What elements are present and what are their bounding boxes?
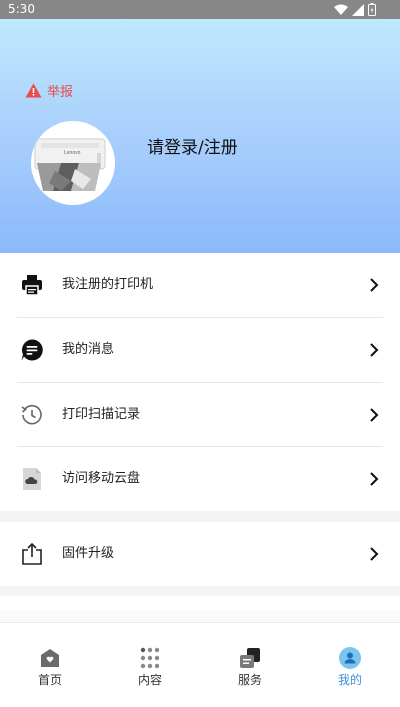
login-register-link[interactable]: 请登录/注册 [147, 133, 238, 158]
menu-item-label: 打印扫描记录 [62, 407, 141, 422]
tab-label: 首页 [37, 673, 62, 687]
tab-label: 内容 [137, 673, 162, 687]
chevron-right-icon [370, 343, 379, 357]
status-bar: 5:30 [0, 0, 400, 19]
menu-item-label: 我注册的打印机 [62, 277, 154, 292]
printer-brand-text: Lenovo [64, 150, 81, 156]
status-icons [334, 3, 376, 16]
battery-icon [368, 3, 376, 16]
tab-label: 服务 [237, 673, 262, 687]
menu-item-print-scan-history[interactable]: 打印扫描记录 [0, 383, 400, 447]
chevron-right-icon [370, 472, 379, 486]
section-gap [0, 610, 400, 622]
share-upload-icon [22, 542, 42, 565]
bottom-tab-bar: 首页 内容 服务 我的 [0, 622, 400, 707]
signal-icon [352, 3, 364, 16]
printer-icon [22, 275, 42, 296]
chevron-right-icon [370, 278, 379, 292]
profile-header: 举报 Lenovo 请登录/注册 [0, 19, 400, 253]
home-icon [41, 649, 59, 667]
service-icon [240, 648, 260, 668]
avatar[interactable]: Lenovo [31, 121, 115, 205]
printer-image-icon: Lenovo [34, 138, 106, 191]
grid-icon [140, 647, 160, 669]
message-icon [21, 339, 43, 361]
menu-item-firmware-upgrade[interactable]: 固件升级 [0, 522, 400, 586]
menu-item-cloud-drive[interactable]: 访问移动云盘 [0, 447, 400, 511]
report-button[interactable]: 举报 [25, 81, 73, 100]
profile-icon [339, 647, 361, 669]
tab-content[interactable]: 内容 [100, 623, 200, 707]
chevron-right-icon [370, 408, 379, 422]
chevron-right-icon [370, 547, 379, 561]
status-time: 5:30 [8, 2, 35, 16]
tab-mine[interactable]: 我的 [300, 623, 400, 707]
menu-item-label: 我的消息 [62, 342, 115, 357]
menu-item-label: 固件升级 [62, 546, 115, 561]
tab-label: 我的 [337, 673, 362, 687]
report-label: 举报 [47, 85, 74, 100]
section-gap [0, 511, 400, 522]
wifi-icon [334, 4, 348, 15]
warning-icon [25, 83, 42, 98]
menu-item-my-messages[interactable]: 我的消息 [0, 318, 400, 382]
menu-item-label: 访问移动云盘 [62, 471, 141, 486]
history-icon [21, 404, 42, 425]
tab-home[interactable]: 首页 [0, 623, 100, 707]
menu-item-my-printers[interactable]: 我注册的打印机 [0, 253, 400, 317]
cloud-file-icon [23, 468, 41, 490]
tab-service[interactable]: 服务 [200, 623, 300, 707]
section-gap [0, 586, 400, 596]
